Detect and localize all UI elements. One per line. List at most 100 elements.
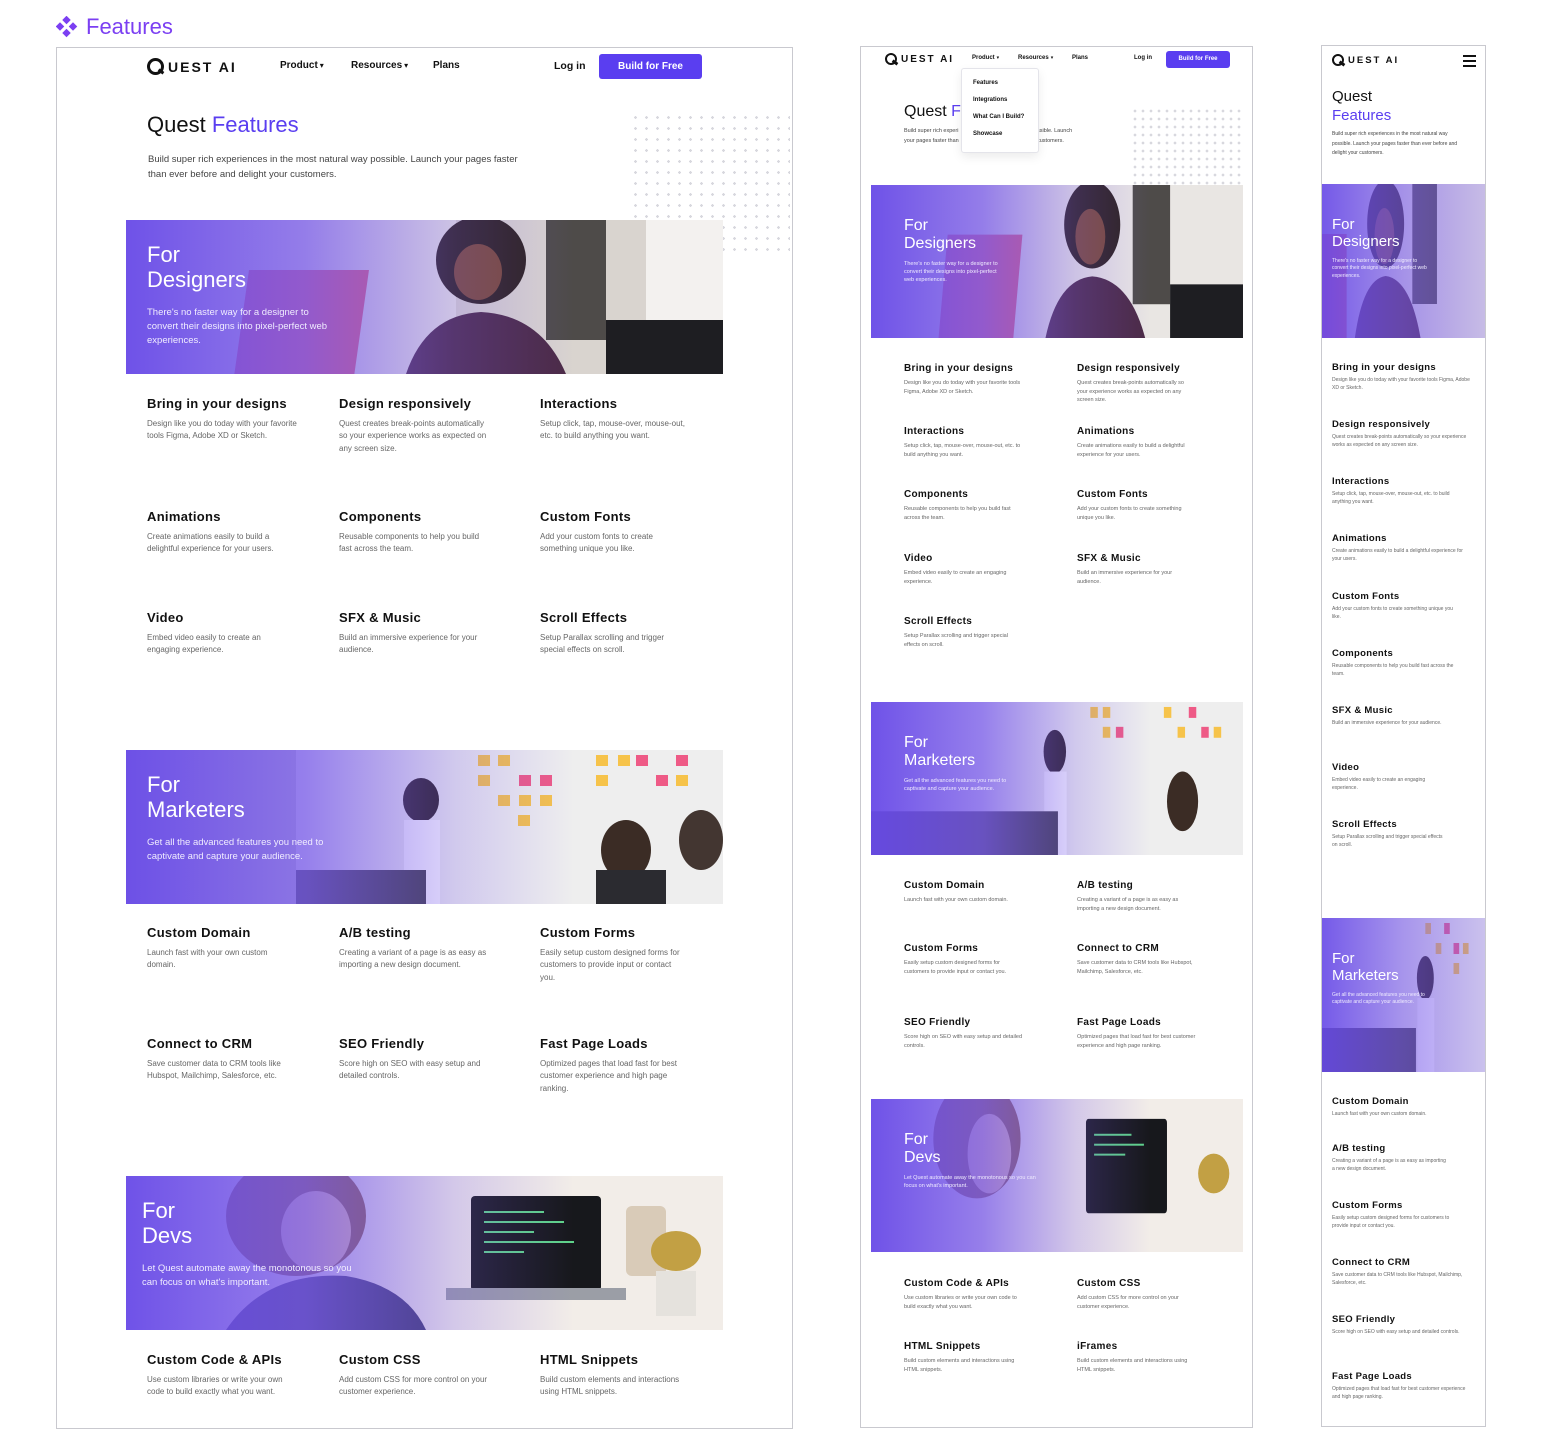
feature-video: Video Embed video easily to create an eng… — [147, 610, 261, 655]
feature-scroll: Scroll Effects Setup Parallax scrolling a… — [1332, 819, 1443, 848]
feature-fast: Fast Page Loads Optimized pages that load… — [540, 1036, 677, 1093]
devs-title: For Devs — [142, 1198, 193, 1249]
tablet-frame: UEST AI Product ▾ Resources ▾ Plans Log in… — [860, 46, 1253, 1428]
marketers-desc: Get all the advanced features you need t… — [147, 837, 324, 862]
feature-components: Components Reusable components to help yo… — [904, 489, 1011, 521]
feature-ab: A/B testing Creating a variant of a page … — [1077, 880, 1179, 912]
designers-desc: There's no faster way for a designer to … — [1332, 258, 1427, 279]
caret-down-icon: ▾ — [404, 61, 409, 70]
feature-html: HTML Snippets Build custom elements and i… — [540, 1352, 680, 1397]
feature-bring: Bring in your designs Design like you do … — [1332, 362, 1470, 391]
marketers-hero: For Marketers Get all the advanced featur… — [871, 702, 1243, 855]
logo[interactable]: UEST AI — [147, 58, 237, 75]
feature-forms: Custom Forms Easily setup custom designed… — [1332, 1200, 1450, 1229]
designers-hero: For Designers There's no faster way for a… — [126, 220, 723, 374]
feature-ab: A/B testing Creating a variant of a page … — [339, 925, 487, 970]
dropdown-item-features[interactable]: Features — [973, 80, 998, 86]
feature-fast: Fast Page Loads Optimized pages that load… — [1077, 1017, 1196, 1049]
feature-scroll: Scroll Effects Setup Parallax scrolling a… — [540, 610, 665, 655]
dropdown-item-showcase[interactable]: Showcase — [973, 131, 1002, 137]
feature-crm: Connect to CRM Save customer data to CRM … — [147, 1036, 281, 1081]
caret-down-icon: ▾ — [996, 55, 1000, 61]
nav-plans[interactable]: Plans — [1072, 55, 1088, 61]
feature-code: Custom Code & APIs Use custom libraries o… — [147, 1352, 283, 1397]
logo-text: UEST AI — [168, 58, 237, 75]
designers-hero: For Designers There's no faster way for a… — [871, 185, 1243, 338]
marketers-hero: For Marketers Get all the advanced featur… — [126, 750, 723, 904]
caret-down-icon: ▾ — [1050, 55, 1054, 61]
feature-forms: Custom Forms Easily setup custom designed… — [904, 943, 1007, 975]
product-dropdown: Features Integrations What Can I Build? … — [961, 68, 1039, 153]
desktop-frame: UEST AI Product ▾ Resources ▾ Plans Log in… — [56, 47, 793, 1429]
designers-title: For Designers — [147, 242, 247, 293]
devs-desc: Let Quest automate away the monotonous s… — [904, 1175, 1036, 1189]
designers-title: For Designers — [1332, 216, 1400, 251]
component-diamond-icon — [56, 16, 78, 38]
caret-down-icon: ▾ — [319, 61, 324, 70]
feature-fast: Fast Page Loads Optimized pages that load… — [1332, 1371, 1466, 1400]
feature-components: Components Reusable components to help yo… — [1332, 648, 1454, 677]
devs-title: For Devs — [904, 1131, 941, 1167]
feature-domain: Custom Domain Launch fast with your own c… — [1332, 1096, 1427, 1117]
feature-sfx: SFX & Music Build an immersive experience… — [339, 610, 478, 655]
feature-video: Video Embed video easily to create an eng… — [904, 553, 1007, 585]
feature-crm: Connect to CRM Save customer data to CRM … — [1332, 1257, 1463, 1286]
devs-hero: For Devs Let Quest automate away the mono… — [871, 1099, 1243, 1252]
devs-desc: Let Quest automate away the monotonous s… — [142, 1263, 352, 1288]
feature-bring: Bring in your designs Design like you do … — [147, 396, 297, 441]
marketers-title: For Marketers — [147, 772, 245, 823]
feature-interactions: Interactions Setup click, tap, mouse-over… — [1332, 476, 1450, 505]
logo-q-icon — [1332, 54, 1344, 66]
feature-seo: SEO Friendly Score high on SEO with easy … — [1332, 1314, 1460, 1335]
nav-product[interactable]: Product ▾ — [280, 60, 324, 71]
feature-animations: Animations Create animations easily to bu… — [147, 509, 274, 554]
mobile-frame: UEST AI Quest Features Build super rich e… — [1321, 45, 1486, 1427]
dropdown-item-integrations[interactable]: Integrations — [973, 97, 1007, 103]
devs-hero: For Devs Let Quest automate away the mono… — [126, 1176, 723, 1330]
feature-ab: A/B testing Creating a variant of a page … — [1332, 1143, 1446, 1172]
feature-interactions: Interactions Setup click, tap, mouse-over… — [904, 426, 1021, 458]
feature-fonts: Custom Fonts Add your custom fonts to cre… — [1332, 591, 1453, 620]
login-link[interactable]: Log in — [1134, 55, 1152, 61]
nav-resources[interactable]: Resources ▾ — [351, 60, 408, 71]
features-heading: Quest Features — [1332, 88, 1392, 124]
feature-seo: SEO Friendly Score high on SEO with easy … — [339, 1036, 481, 1081]
feature-animations: Animations Create animations easily to bu… — [1077, 426, 1185, 458]
feature-responsive: Design responsively Quest creates break-p… — [339, 396, 487, 453]
dropdown-item-what-can-i-build[interactable]: What Can I Build? — [973, 114, 1024, 120]
features-subtitle: Build super rich experi your pages faster… — [904, 128, 959, 144]
nav-product[interactable]: Product ▾ — [972, 55, 999, 61]
feature-fonts: Custom Fonts Add your custom fonts to cre… — [540, 509, 653, 554]
feature-responsive: Design responsively Quest creates break-p… — [1077, 363, 1184, 404]
nav-resources[interactable]: Resources ▾ — [1018, 55, 1053, 61]
marketers-desc: Get all the advanced features you need t… — [904, 778, 1007, 792]
logo-q-icon — [885, 53, 897, 65]
feature-forms: Custom Forms Easily setup custom designed… — [540, 925, 680, 982]
logo[interactable]: UEST AI — [885, 53, 954, 65]
feature-scroll: Scroll Effects Setup Parallax scrolling a… — [904, 616, 1008, 648]
feature-crm: Connect to CRM Save customer data to CRM … — [1077, 943, 1193, 975]
build-for-free-button[interactable]: Build for Free — [1166, 51, 1230, 68]
designers-desc: There's no faster way for a designer to … — [904, 261, 998, 283]
build-for-free-button[interactable]: Build for Free — [599, 54, 702, 79]
hamburger-menu-icon[interactable] — [1463, 55, 1476, 67]
feature-sfx: SFX & Music Build an immersive experience… — [1077, 553, 1173, 585]
feature-code: Custom Code & APIs Use custom libraries o… — [904, 1278, 1017, 1310]
feature-interactions: Interactions Setup click, tap, mouse-over… — [540, 396, 685, 441]
designers-hero: For Designers There's no faster way for a… — [1322, 184, 1485, 338]
page-title: Features — [86, 14, 173, 39]
features-subtitle: Build super rich experiences in the most… — [1332, 131, 1458, 156]
feature-bring: Bring in your designs Design like you do … — [904, 363, 1021, 395]
feature-html: HTML Snippets Build custom elements and i… — [904, 1341, 1015, 1373]
login-link[interactable]: Log in — [554, 60, 586, 72]
nav-plans[interactable]: Plans — [433, 60, 460, 71]
logo[interactable]: UEST AI — [1332, 54, 1399, 66]
feature-iframes: iFrames Build custom elements and interac… — [1077, 1341, 1188, 1373]
feature-domain: Custom Domain Launch fast with your own c… — [904, 880, 1008, 903]
marketers-hero: For Marketers Get all the advanced featur… — [1322, 918, 1485, 1072]
marketers-desc: Get all the advanced features you need t… — [1332, 992, 1425, 1006]
feature-domain: Custom Domain Launch fast with your own c… — [147, 925, 268, 970]
feature-components: Components Reusable components to help yo… — [339, 509, 480, 554]
marketers-title: For Marketers — [1332, 950, 1399, 985]
feature-sfx: SFX & Music Build an immersive experience… — [1332, 705, 1442, 726]
